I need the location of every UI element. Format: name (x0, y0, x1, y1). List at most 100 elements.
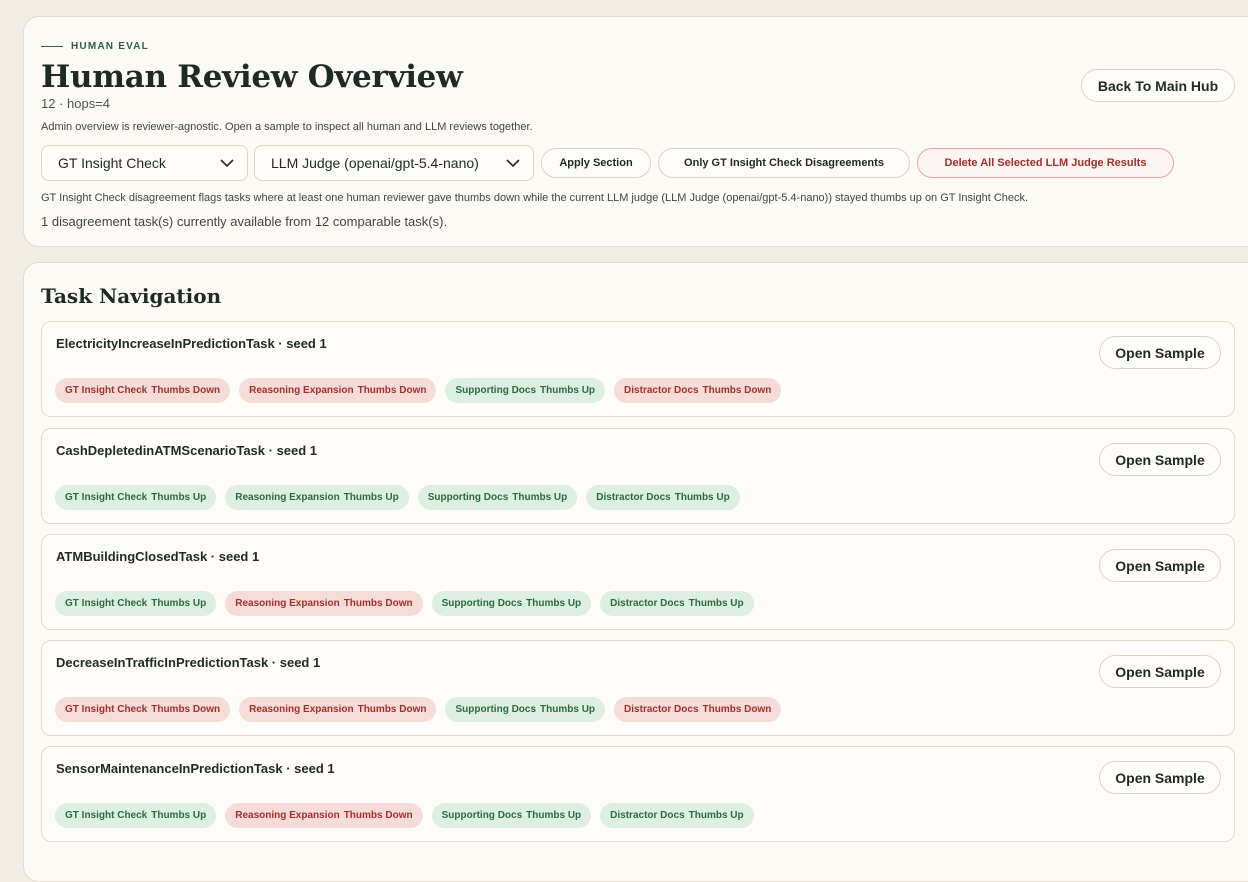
page-subtitle: 12 · hops=4 (41, 96, 111, 111)
badge-value: Thumbs Up (540, 704, 596, 715)
badge-label: Reasoning Expansion (235, 598, 340, 609)
only-disagreements-button[interactable]: Only GT Insight Check Disagreements (658, 148, 910, 178)
badge-value: Thumbs Up (540, 385, 596, 396)
badge-label: Distractor Docs (610, 598, 685, 609)
badge-value: Thumbs Up (674, 492, 730, 503)
badge-value: Thumbs Up (526, 598, 582, 609)
badge-value: Thumbs Down (357, 704, 427, 715)
overview-header-card: HUMAN EVAL Human Review Overview 12 · ho… (23, 16, 1248, 247)
badge-value: Thumbs Down (151, 385, 221, 396)
llm-judge-select[interactable]: LLM Judge (openai/gpt-5.4-nano) (254, 145, 534, 181)
disagreement-count: 1 disagreement task(s) currently availab… (41, 214, 448, 229)
admin-note: Admin overview is reviewer-agnostic. Ope… (41, 121, 533, 133)
badge-label: GT Insight Check (65, 492, 148, 503)
badge-label: GT Insight Check (65, 810, 148, 821)
badge-label: Reasoning Expansion (249, 385, 354, 396)
review-badges: GT Insight Check Thumbs Down Reasoning Exp… (55, 378, 782, 403)
badge-label: Reasoning Expansion (235, 492, 340, 503)
review-status-badge: Distractor Docs Thumbs Up (586, 485, 740, 510)
badge-label: Reasoning Expansion (249, 704, 354, 715)
review-status-badge: Reasoning Expansion Thumbs Down (239, 697, 437, 722)
review-status-badge: Supporting Docs Thumbs Up (445, 378, 606, 403)
review-status-badge: Supporting Docs Thumbs Up (431, 803, 592, 828)
review-status-badge: GT Insight Check Thumbs Down (55, 378, 231, 403)
badge-value: Thumbs Down (357, 385, 427, 396)
review-badges: GT Insight Check Thumbs Up Reasoning Expan… (55, 591, 754, 616)
task-row: ATMBuildingClosedTask · seed 1 Open Sampl… (41, 534, 1235, 630)
task-row: SensorMaintenanceInPredictionTask · seed… (41, 746, 1235, 842)
section-select-value: GT Insight Check (58, 155, 166, 171)
badge-value: Thumbs Up (151, 492, 207, 503)
eyebrow: HUMAN EVAL (41, 41, 149, 52)
badge-value: Thumbs Down (343, 598, 413, 609)
review-status-badge: GT Insight Check Thumbs Up (55, 803, 217, 828)
task-row: DecreaseInTrafficInPredictionTask · seed… (41, 640, 1235, 736)
open-sample-button[interactable]: Open Sample (1099, 443, 1221, 476)
review-status-badge: Reasoning Expansion Thumbs Down (225, 591, 423, 616)
review-badges: GT Insight Check Thumbs Down Reasoning Exp… (55, 697, 782, 722)
task-name: SensorMaintenanceInPredictionTask · seed… (56, 761, 335, 776)
open-sample-button[interactable]: Open Sample (1099, 549, 1221, 582)
badge-value: Thumbs Up (688, 598, 744, 609)
review-status-badge: Distractor Docs Thumbs Up (600, 591, 754, 616)
review-status-badge: Supporting Docs Thumbs Up (445, 697, 606, 722)
review-badges: GT Insight Check Thumbs Up Reasoning Expan… (55, 803, 754, 828)
badge-value: Thumbs Down (343, 810, 413, 821)
review-status-badge: Distractor Docs Thumbs Down (614, 378, 782, 403)
eyebrow-line (41, 46, 63, 47)
badge-value: Thumbs Up (512, 492, 568, 503)
back-to-main-hub-button[interactable]: Back To Main Hub (1081, 69, 1235, 102)
badge-label: Distractor Docs (624, 385, 699, 396)
eyebrow-label: HUMAN EVAL (71, 41, 149, 52)
review-status-badge: Reasoning Expansion Thumbs Up (225, 485, 409, 510)
badge-value: Thumbs Down (151, 704, 221, 715)
review-status-badge: GT Insight Check Thumbs Up (55, 591, 217, 616)
badge-label: Distractor Docs (596, 492, 671, 503)
task-name: ElectricityIncreaseInPredictionTask · se… (56, 336, 327, 351)
judge-select-value: LLM Judge (openai/gpt-5.4-nano) (271, 155, 479, 171)
badge-value: Thumbs Up (343, 492, 399, 503)
section-select[interactable]: GT Insight Check (41, 145, 248, 181)
badge-value: Thumbs Down (702, 385, 772, 396)
review-status-badge: Distractor Docs Thumbs Up (600, 803, 754, 828)
page-title: Human Review Overview (41, 59, 463, 95)
review-status-badge: GT Insight Check Thumbs Down (55, 697, 231, 722)
task-name: DecreaseInTrafficInPredictionTask · seed… (56, 655, 321, 670)
review-status-badge: Reasoning Expansion Thumbs Down (239, 378, 437, 403)
review-status-badge: Reasoning Expansion Thumbs Down (225, 803, 423, 828)
open-sample-button[interactable]: Open Sample (1099, 655, 1221, 688)
disagreement-description: GT Insight Check disagreement flags task… (41, 192, 1029, 204)
badge-label: Supporting Docs (427, 492, 509, 503)
badge-label: GT Insight Check (65, 704, 148, 715)
review-status-badge: Distractor Docs Thumbs Down (614, 697, 782, 722)
review-status-badge: GT Insight Check Thumbs Up (55, 485, 217, 510)
badge-label: Supporting Docs (455, 385, 537, 396)
task-name: CashDepletedinATMScenarioTask · seed 1 (56, 443, 318, 458)
review-status-badge: Supporting Docs Thumbs Up (431, 591, 592, 616)
badge-value: Thumbs Up (688, 810, 744, 821)
open-sample-button[interactable]: Open Sample (1099, 336, 1221, 369)
badge-label: Supporting Docs (441, 810, 523, 821)
open-sample-button[interactable]: Open Sample (1099, 761, 1221, 794)
badge-value: Thumbs Up (151, 810, 207, 821)
badge-value: Thumbs Down (702, 704, 772, 715)
task-navigation-title: Task Navigation (41, 284, 222, 308)
badge-label: GT Insight Check (65, 385, 148, 396)
delete-llm-judge-results-button[interactable]: Delete All Selected LLM Judge Results (917, 148, 1174, 178)
task-navigation-card: Task Navigation ElectricityIncreaseInPre… (23, 262, 1248, 882)
badge-label: Distractor Docs (610, 810, 685, 821)
badge-label: Supporting Docs (441, 598, 523, 609)
badge-label: Distractor Docs (624, 704, 699, 715)
task-row: ElectricityIncreaseInPredictionTask · se… (41, 321, 1235, 417)
review-badges: GT Insight Check Thumbs Up Reasoning Expan… (55, 485, 740, 510)
badge-label: Reasoning Expansion (235, 810, 340, 821)
badge-label: GT Insight Check (65, 598, 148, 609)
chevron-down-icon (506, 159, 520, 168)
review-status-badge: Supporting Docs Thumbs Up (417, 485, 578, 510)
badge-value: Thumbs Up (526, 810, 582, 821)
task-row: CashDepletedinATMScenarioTask · seed 1 Op… (41, 428, 1235, 524)
apply-section-button[interactable]: Apply Section (541, 148, 651, 178)
badge-value: Thumbs Up (151, 598, 207, 609)
task-name: ATMBuildingClosedTask · seed 1 (56, 549, 260, 564)
badge-label: Supporting Docs (455, 704, 537, 715)
